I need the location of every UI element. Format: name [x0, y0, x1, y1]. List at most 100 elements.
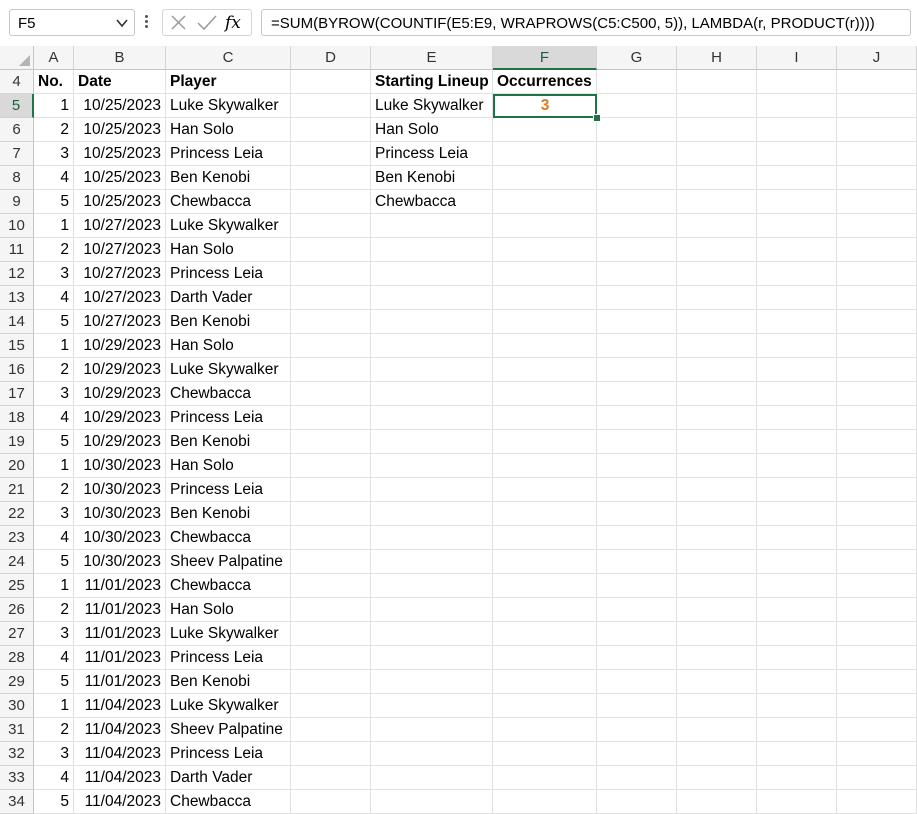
cell-empty[interactable]	[493, 262, 597, 286]
cell-date[interactable]: 10/27/2023	[74, 214, 166, 238]
cell-empty[interactable]	[837, 502, 917, 526]
cell-empty[interactable]	[291, 94, 371, 118]
cell-empty[interactable]	[291, 766, 371, 790]
cell-no[interactable]: 4	[34, 526, 74, 550]
cell-date[interactable]: 10/27/2023	[74, 286, 166, 310]
column-header-g[interactable]: G	[597, 46, 677, 70]
cell-empty[interactable]	[597, 622, 677, 646]
cell-empty[interactable]	[757, 310, 837, 334]
cell-empty[interactable]	[837, 190, 917, 214]
cell-empty[interactable]	[371, 478, 493, 502]
cell-empty[interactable]	[291, 478, 371, 502]
cell-empty[interactable]	[371, 526, 493, 550]
cell-empty[interactable]	[597, 262, 677, 286]
cell-player[interactable]: Princess Leia	[166, 406, 291, 430]
cell-empty[interactable]	[291, 622, 371, 646]
cell-empty[interactable]	[597, 574, 677, 598]
cell-empty[interactable]	[757, 94, 837, 118]
cell-player[interactable]: Luke Skywalker	[166, 94, 291, 118]
cell-date[interactable]: 10/27/2023	[74, 238, 166, 262]
cell-empty[interactable]	[677, 622, 757, 646]
cell-empty[interactable]	[291, 334, 371, 358]
cell-empty[interactable]	[597, 646, 677, 670]
row-header-32[interactable]: 32	[0, 742, 34, 766]
cell-empty[interactable]	[371, 742, 493, 766]
cell-empty[interactable]	[597, 70, 677, 94]
cell-no[interactable]: 2	[34, 118, 74, 142]
cell-empty[interactable]	[837, 766, 917, 790]
cell-empty[interactable]	[291, 502, 371, 526]
cell-no[interactable]: 2	[34, 238, 74, 262]
column-header-a[interactable]: A	[34, 46, 74, 70]
cell-empty[interactable]	[291, 382, 371, 406]
cell-empty[interactable]	[677, 310, 757, 334]
cell-no[interactable]: 2	[34, 718, 74, 742]
cell-empty[interactable]	[493, 670, 597, 694]
cell-empty[interactable]	[757, 70, 837, 94]
row-header-23[interactable]: 23	[0, 526, 34, 550]
cell-date[interactable]: 11/04/2023	[74, 742, 166, 766]
cell-empty[interactable]	[677, 238, 757, 262]
cell-player[interactable]: Luke Skywalker	[166, 214, 291, 238]
cell-date[interactable]: 10/27/2023	[74, 310, 166, 334]
row-header-8[interactable]: 8	[0, 166, 34, 190]
cell-empty[interactable]	[837, 526, 917, 550]
cell-empty[interactable]	[291, 190, 371, 214]
cell-empty[interactable]	[371, 718, 493, 742]
cell-no[interactable]: 3	[34, 622, 74, 646]
cell-empty[interactable]	[677, 358, 757, 382]
cancel-icon[interactable]	[168, 13, 190, 33]
cell-empty[interactable]	[371, 262, 493, 286]
row-header-28[interactable]: 28	[0, 646, 34, 670]
row-header-15[interactable]: 15	[0, 334, 34, 358]
cell-date[interactable]: 11/01/2023	[74, 670, 166, 694]
cell-empty[interactable]	[757, 502, 837, 526]
row-header-6[interactable]: 6	[0, 118, 34, 142]
column-header-h[interactable]: H	[677, 46, 757, 70]
cell-empty[interactable]	[757, 454, 837, 478]
cell-empty[interactable]	[597, 478, 677, 502]
cell-date[interactable]: 10/30/2023	[74, 502, 166, 526]
cell-empty[interactable]	[291, 430, 371, 454]
cell-date[interactable]: 10/29/2023	[74, 382, 166, 406]
cell-no[interactable]: 5	[34, 310, 74, 334]
cell-empty[interactable]	[371, 790, 493, 814]
cell-empty[interactable]	[493, 622, 597, 646]
cell-empty[interactable]	[837, 790, 917, 814]
cell-empty[interactable]	[677, 382, 757, 406]
active-cell-occurrences[interactable]: 3	[493, 94, 597, 118]
cell-empty[interactable]	[291, 694, 371, 718]
formula-input[interactable]: =SUM(BYROW(COUNTIF(E5:E9, WRAPROWS(C5:C5…	[261, 9, 911, 36]
cell-empty[interactable]	[677, 742, 757, 766]
cell-player[interactable]: Darth Vader	[166, 286, 291, 310]
cell-empty[interactable]	[493, 742, 597, 766]
cell-empty[interactable]	[493, 382, 597, 406]
cell-empty[interactable]	[757, 742, 837, 766]
cell-empty[interactable]	[597, 790, 677, 814]
cell-empty[interactable]	[291, 574, 371, 598]
cell-no[interactable]: 1	[34, 454, 74, 478]
cell-empty[interactable]	[291, 526, 371, 550]
cell-player[interactable]: Princess Leia	[166, 262, 291, 286]
header-player[interactable]: Player	[166, 70, 291, 94]
cell-empty[interactable]	[837, 646, 917, 670]
cell-empty[interactable]	[837, 550, 917, 574]
row-header-5[interactable]: 5	[0, 94, 34, 118]
cell-empty[interactable]	[493, 646, 597, 670]
cell-empty[interactable]	[493, 526, 597, 550]
cell-empty[interactable]	[291, 406, 371, 430]
cell-empty[interactable]	[757, 694, 837, 718]
cell-player[interactable]: Princess Leia	[166, 646, 291, 670]
cell-date[interactable]: 11/04/2023	[74, 790, 166, 814]
row-header-27[interactable]: 27	[0, 622, 34, 646]
cell-empty[interactable]	[291, 670, 371, 694]
cell-player[interactable]: Ben Kenobi	[166, 502, 291, 526]
cell-empty[interactable]	[677, 550, 757, 574]
cell-date[interactable]: 10/30/2023	[74, 526, 166, 550]
cell-empty[interactable]	[677, 70, 757, 94]
cell-empty[interactable]	[757, 358, 837, 382]
cell-player[interactable]: Chewbacca	[166, 574, 291, 598]
column-header-c[interactable]: C	[166, 46, 291, 70]
cell-empty[interactable]	[837, 598, 917, 622]
cell-player[interactable]: Sheev Palpatine	[166, 550, 291, 574]
